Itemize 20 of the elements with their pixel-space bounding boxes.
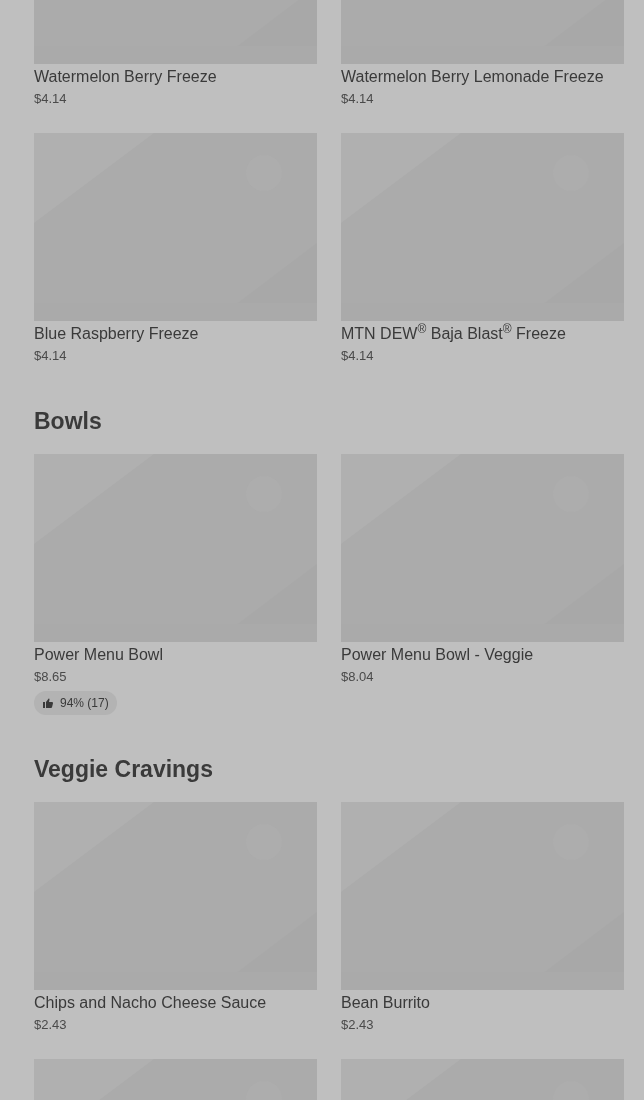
item-price: $4.14 <box>341 347 375 365</box>
item-name[interactable]: Blue Raspberry Freeze <box>34 323 317 345</box>
item-price: $4.14 <box>341 90 375 108</box>
item-name[interactable]: Chips and Nacho Cheese Sauce <box>34 992 317 1014</box>
item-price: $8.65 <box>34 668 68 686</box>
item-price: $4.14 <box>34 90 68 108</box>
thumbs-up-icon <box>42 697 54 709</box>
section-heading: Bowls <box>34 407 103 435</box>
item-price: $8.04 <box>341 668 375 686</box>
item-name[interactable]: Bean Burrito <box>341 992 624 1014</box>
rating-badge: 94% (17) <box>34 691 117 715</box>
item-price: $4.14 <box>34 347 68 365</box>
item-name[interactable]: Power Menu Bowl <box>34 644 317 666</box>
item-name[interactable]: Watermelon Berry Lemonade Freeze <box>341 66 624 88</box>
item-price: $2.43 <box>34 1016 68 1034</box>
item-name[interactable]: Watermelon Berry Freeze <box>34 66 317 88</box>
section-heading: Veggie Cravings <box>34 755 214 783</box>
item-price: $2.43 <box>341 1016 375 1034</box>
item-name[interactable]: MTN DEW$^{®}$ Baja Blast$^{®}$ Freeze <box>341 323 624 345</box>
item-name[interactable]: Power Menu Bowl - Veggie <box>341 644 624 666</box>
